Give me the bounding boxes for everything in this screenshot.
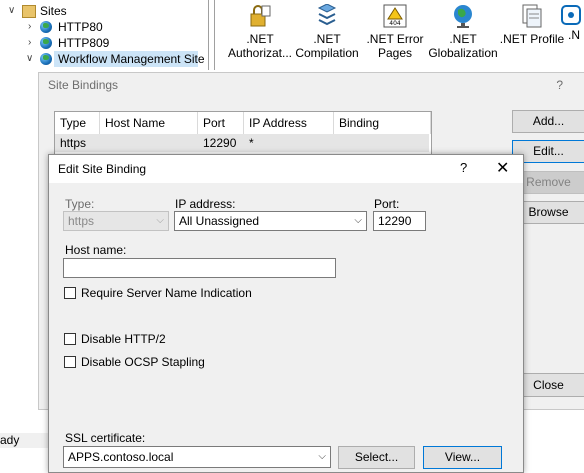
site-globe-icon bbox=[40, 53, 52, 65]
edit-site-binding-dialog: Edit Site Binding ? ✕ Type: https ⌵ IP a… bbox=[48, 154, 524, 473]
disable-http2-label: Disable HTTP/2 bbox=[81, 332, 166, 346]
column-header-binding-info[interactable]: Binding Informa... bbox=[334, 112, 431, 152]
view-certificate-button[interactable]: View... bbox=[423, 446, 502, 469]
feature-net-globalization[interactable]: .NET Globalization bbox=[427, 4, 499, 60]
dialog-titlebar[interactable]: Edit Site Binding ? ✕ bbox=[49, 155, 523, 183]
disable-http2-checkbox[interactable] bbox=[64, 333, 76, 345]
cell-port: 12290 bbox=[203, 136, 237, 150]
cell-ip: * bbox=[249, 136, 254, 150]
feature-net-profile[interactable]: .NET Profile bbox=[496, 4, 568, 46]
svg-text:404: 404 bbox=[389, 20, 401, 27]
dialog-title: Edit Site Binding bbox=[58, 162, 147, 176]
status-bar: ady bbox=[0, 433, 48, 448]
profile-icon bbox=[520, 4, 544, 28]
feature-label: Compilation bbox=[295, 46, 359, 60]
tree-node-label: HTTP80 bbox=[58, 20, 103, 34]
chevron-down-icon[interactable]: ∨ bbox=[26, 51, 33, 67]
feature-partial[interactable]: .N bbox=[560, 4, 584, 42]
type-value: https bbox=[68, 214, 95, 228]
site-globe-icon bbox=[40, 21, 52, 33]
site-tree: ∨ Sites › HTTP80 › HTTP809 ∨ Workflow Ma… bbox=[0, 0, 210, 70]
type-select[interactable]: https ⌵ bbox=[63, 211, 169, 231]
feature-label: .NET bbox=[246, 32, 274, 46]
column-header-port[interactable]: Port bbox=[198, 112, 244, 134]
help-button[interactable]: ? bbox=[460, 160, 467, 175]
site-globe-icon bbox=[40, 37, 52, 49]
close-icon[interactable]: ✕ bbox=[496, 158, 509, 178]
port-value: 12290 bbox=[378, 214, 412, 228]
require-sni-label: Require Server Name Indication bbox=[81, 286, 252, 300]
chevron-down-icon: ⌵ bbox=[354, 215, 362, 226]
ip-address-value: All Unassigned bbox=[179, 214, 260, 228]
require-sni-checkbox[interactable] bbox=[64, 287, 76, 299]
feature-net-error-pages[interactable]: 404 .NET Error Pages bbox=[359, 4, 431, 60]
feature-net-compilation[interactable]: .NET Compilation bbox=[291, 3, 363, 60]
tree-node-label: HTTP809 bbox=[58, 36, 110, 50]
column-header-host-name[interactable]: Host Name bbox=[100, 112, 198, 134]
ssl-certificate-label: SSL certificate: bbox=[65, 431, 146, 445]
ip-address-label: IP address: bbox=[175, 197, 236, 211]
feature-label: Authorizat... bbox=[227, 46, 293, 60]
chevron-down-icon[interactable]: ∨ bbox=[8, 3, 15, 19]
port-label: Port: bbox=[374, 197, 400, 211]
pane-divider bbox=[214, 0, 215, 70]
feature-label: .NET Profile bbox=[499, 32, 565, 46]
disable-ocsp-label: Disable OCSP Stapling bbox=[81, 355, 205, 369]
host-name-input[interactable] bbox=[63, 258, 336, 278]
column-header-type[interactable]: Type bbox=[55, 112, 100, 134]
compilation-icon bbox=[315, 3, 339, 28]
feature-label: .N bbox=[568, 28, 580, 42]
host-name-label: Host name: bbox=[65, 243, 127, 257]
type-label: Type: bbox=[65, 197, 95, 211]
ip-address-select[interactable]: All Unassigned ⌵ bbox=[174, 211, 367, 231]
feature-label: .NET bbox=[449, 32, 477, 46]
error-404-icon: 404 bbox=[383, 4, 407, 28]
chevron-down-icon: ⌵ bbox=[318, 451, 326, 462]
chevron-down-icon: ⌵ bbox=[156, 215, 164, 226]
feature-net-authorization[interactable]: .NET Authorizat... bbox=[224, 4, 296, 60]
sites-folder-icon bbox=[22, 5, 36, 18]
partial-icon bbox=[560, 4, 584, 28]
feature-label: .NET bbox=[313, 32, 341, 46]
dialog-title: Site Bindings bbox=[48, 78, 119, 92]
lock-icon bbox=[248, 4, 272, 28]
feature-label: .NET Error bbox=[366, 32, 424, 46]
chevron-right-icon[interactable]: › bbox=[28, 19, 31, 35]
feature-label: Pages bbox=[377, 46, 413, 60]
tree-node-label: Workflow Management Site bbox=[58, 52, 205, 66]
ssl-certificate-select[interactable]: APPS.contoso.local ⌵ bbox=[63, 446, 331, 468]
disable-ocsp-checkbox[interactable] bbox=[64, 356, 76, 368]
pane-divider[interactable] bbox=[208, 0, 209, 70]
globe-icon bbox=[451, 4, 475, 28]
column-header-ip-address[interactable]: IP Address bbox=[244, 112, 334, 134]
tree-node-label: Sites bbox=[40, 4, 67, 18]
add-button[interactable]: Add... bbox=[512, 110, 584, 133]
port-input[interactable]: 12290 bbox=[373, 211, 426, 231]
select-certificate-button[interactable]: Select... bbox=[338, 446, 415, 469]
feature-label: Globalization bbox=[428, 46, 498, 60]
status-text: ady bbox=[0, 433, 20, 447]
chevron-right-icon[interactable]: › bbox=[28, 35, 31, 51]
help-button[interactable]: ? bbox=[556, 78, 563, 92]
cell-type: https bbox=[60, 136, 87, 150]
cell-host bbox=[100, 134, 198, 152]
ssl-certificate-value: APPS.contoso.local bbox=[68, 450, 174, 464]
